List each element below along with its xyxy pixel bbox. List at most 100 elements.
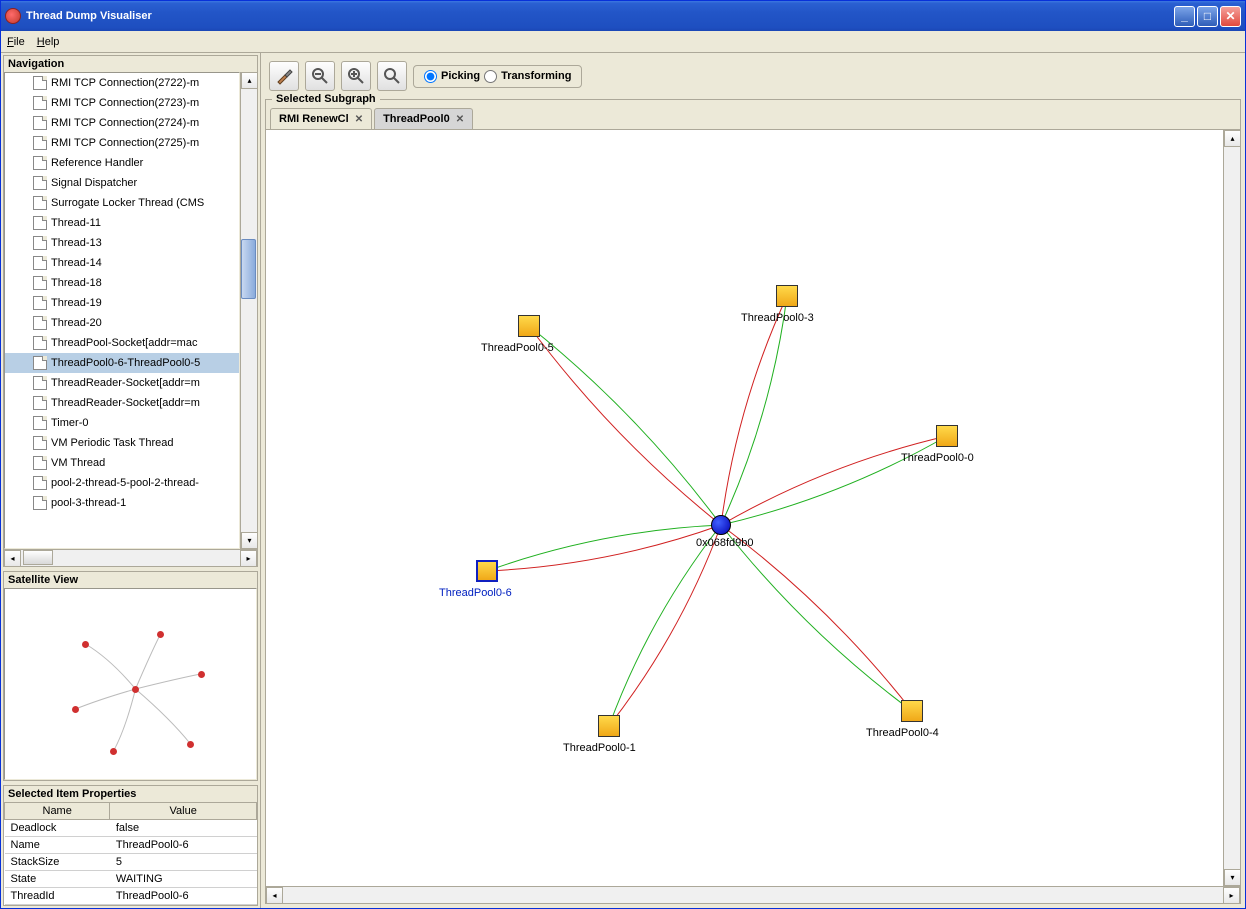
tree-item[interactable]: Signal Dispatcher bbox=[5, 173, 239, 193]
tree-hscroll[interactable]: ◂ ▸ bbox=[4, 549, 257, 566]
prop-name: StackSize bbox=[5, 854, 110, 871]
canvas-scroll-down[interactable]: ▾ bbox=[1224, 869, 1241, 886]
maximize-button[interactable]: □ bbox=[1197, 6, 1218, 27]
prop-name: State bbox=[5, 871, 110, 888]
tree-item-label: VM Thread bbox=[51, 457, 105, 469]
tree-item-label: Reference Handler bbox=[51, 157, 143, 169]
titlebar[interactable]: Thread Dump Visualiser _ □ ✕ bbox=[1, 1, 1245, 31]
scroll-thumb[interactable] bbox=[241, 239, 256, 299]
tree-item[interactable]: pool-2-thread-5-pool-2-thread- bbox=[5, 473, 239, 493]
tree-item[interactable]: ThreadReader-Socket[addr=m bbox=[5, 373, 239, 393]
graph-canvas[interactable]: 0x068fd9b0ThreadPool0-5ThreadPool0-3Thre… bbox=[266, 130, 1223, 886]
properties-panel: Selected Item Properties Name Value Dead… bbox=[3, 785, 258, 906]
tab-close-icon[interactable]: ✕ bbox=[456, 114, 464, 125]
canvas-scroll-up[interactable]: ▴ bbox=[1224, 130, 1241, 147]
close-button[interactable]: ✕ bbox=[1220, 6, 1241, 27]
properties-table: Name Value DeadlockfalseNameThreadPool0-… bbox=[4, 802, 257, 905]
tree-item[interactable]: Thread-20 bbox=[5, 313, 239, 333]
zoom-fit-button[interactable] bbox=[377, 61, 407, 91]
scroll-up-button[interactable]: ▴ bbox=[241, 72, 257, 89]
scroll-left-button[interactable]: ◂ bbox=[4, 550, 21, 567]
tree-item[interactable]: RMI TCP Connection(2722)-m bbox=[5, 73, 239, 93]
tree-item[interactable]: Timer-0 bbox=[5, 413, 239, 433]
tree-item[interactable]: VM Thread bbox=[5, 453, 239, 473]
graph-center-node[interactable] bbox=[711, 515, 731, 535]
satellite-title: Satellite View bbox=[4, 572, 257, 588]
tab-close-icon[interactable]: ✕ bbox=[355, 114, 363, 125]
zoom-out-button[interactable] bbox=[305, 61, 335, 91]
canvas-vscroll[interactable]: ▴ ▾ bbox=[1223, 130, 1240, 886]
file-icon bbox=[33, 396, 47, 410]
graph-node[interactable] bbox=[518, 315, 540, 337]
subgraph-title: Selected Subgraph bbox=[272, 93, 380, 105]
file-icon bbox=[33, 116, 47, 130]
tree-item-label: Timer-0 bbox=[51, 417, 88, 429]
tree-item[interactable]: RMI TCP Connection(2724)-m bbox=[5, 113, 239, 133]
graph-node[interactable] bbox=[936, 425, 958, 447]
subgraph-panel: Selected Subgraph RMI RenewCl✕ThreadPool… bbox=[265, 99, 1241, 904]
file-icon bbox=[33, 136, 47, 150]
tree-item[interactable]: ThreadReader-Socket[addr=m bbox=[5, 393, 239, 413]
tab[interactable]: ThreadPool0✕ bbox=[374, 108, 473, 129]
table-row[interactable]: NameThreadPool0-6 bbox=[5, 837, 257, 854]
menu-file[interactable]: File bbox=[7, 36, 25, 48]
picking-radio-input[interactable] bbox=[424, 70, 437, 83]
tree-item-label: Thread-18 bbox=[51, 277, 102, 289]
scroll-down-button[interactable]: ▾ bbox=[241, 532, 257, 549]
window-title: Thread Dump Visualiser bbox=[26, 10, 152, 22]
tree-item-label: pool-2-thread-5-pool-2-thread- bbox=[51, 477, 199, 489]
canvas-scroll-right[interactable]: ▸ bbox=[1223, 887, 1240, 904]
table-row[interactable]: StackSize5 bbox=[5, 854, 257, 871]
thread-tree[interactable]: RMI TCP Connection(2722)-m RMI TCP Connec… bbox=[4, 72, 240, 549]
hscroll-thumb[interactable] bbox=[23, 550, 53, 565]
table-row[interactable]: StateWAITING bbox=[5, 871, 257, 888]
tree-item-label: RMI TCP Connection(2723)-m bbox=[51, 97, 199, 109]
tree-item[interactable]: Thread-13 bbox=[5, 233, 239, 253]
sat-node bbox=[157, 631, 164, 638]
tree-item[interactable]: Thread-11 bbox=[5, 213, 239, 233]
canvas-scroll-left[interactable]: ◂ bbox=[266, 887, 283, 904]
graph-node-label: ThreadPool0-1 bbox=[563, 742, 636, 754]
file-icon bbox=[33, 476, 47, 490]
tree-item[interactable]: Thread-19 bbox=[5, 293, 239, 313]
file-icon bbox=[33, 276, 47, 290]
tree-item[interactable]: Reference Handler bbox=[5, 153, 239, 173]
zoom-in-button[interactable] bbox=[341, 61, 371, 91]
tree-item[interactable]: VM Periodic Task Thread bbox=[5, 433, 239, 453]
menu-help[interactable]: Help bbox=[37, 36, 60, 48]
navigation-panel: Navigation RMI TCP Connection(2722)-mRMI… bbox=[3, 55, 258, 567]
satellite-view[interactable] bbox=[4, 588, 257, 780]
tree-item[interactable]: RMI TCP Connection(2723)-m bbox=[5, 93, 239, 113]
tree-item[interactable]: ThreadPool-Socket[addr=mac bbox=[5, 333, 239, 353]
tree-item[interactable]: Thread-14 bbox=[5, 253, 239, 273]
properties-header-value[interactable]: Value bbox=[110, 803, 257, 820]
transforming-radio-input[interactable] bbox=[484, 70, 497, 83]
tree-item[interactable]: pool-3-thread-1 bbox=[5, 493, 239, 513]
scroll-right-button[interactable]: ▸ bbox=[240, 550, 257, 567]
graph-node[interactable] bbox=[901, 700, 923, 722]
app-icon bbox=[5, 8, 21, 24]
table-row[interactable]: Deadlockfalse bbox=[5, 820, 257, 837]
minimize-button[interactable]: _ bbox=[1174, 6, 1195, 27]
file-icon bbox=[33, 296, 47, 310]
tree-vscroll[interactable]: ▴ ▾ bbox=[240, 72, 257, 549]
properties-header-name[interactable]: Name bbox=[5, 803, 110, 820]
graph-node[interactable] bbox=[476, 560, 498, 582]
tree-item[interactable]: Thread-18 bbox=[5, 273, 239, 293]
canvas-hscroll[interactable]: ◂ ▸ bbox=[266, 886, 1240, 903]
graph-node-label: ThreadPool0-4 bbox=[866, 727, 939, 739]
transforming-radio[interactable]: Transforming bbox=[484, 70, 571, 83]
graph-node-label: ThreadPool0-0 bbox=[901, 452, 974, 464]
picking-radio[interactable]: Picking bbox=[424, 70, 480, 83]
tree-item[interactable]: RMI TCP Connection(2725)-m bbox=[5, 133, 239, 153]
graph-node[interactable] bbox=[776, 285, 798, 307]
table-row[interactable]: ThreadIdThreadPool0-6 bbox=[5, 888, 257, 905]
file-icon bbox=[33, 376, 47, 390]
tab[interactable]: RMI RenewCl✕ bbox=[270, 108, 372, 129]
sat-center-node bbox=[132, 686, 139, 693]
graph-node[interactable] bbox=[598, 715, 620, 737]
tree-item[interactable]: Surrogate Locker Thread (CMS bbox=[5, 193, 239, 213]
graph-node-label: ThreadPool0-6 bbox=[439, 587, 512, 599]
tree-item[interactable]: ThreadPool0-6-ThreadPool0-5 bbox=[5, 353, 239, 373]
brush-button[interactable] bbox=[269, 61, 299, 91]
